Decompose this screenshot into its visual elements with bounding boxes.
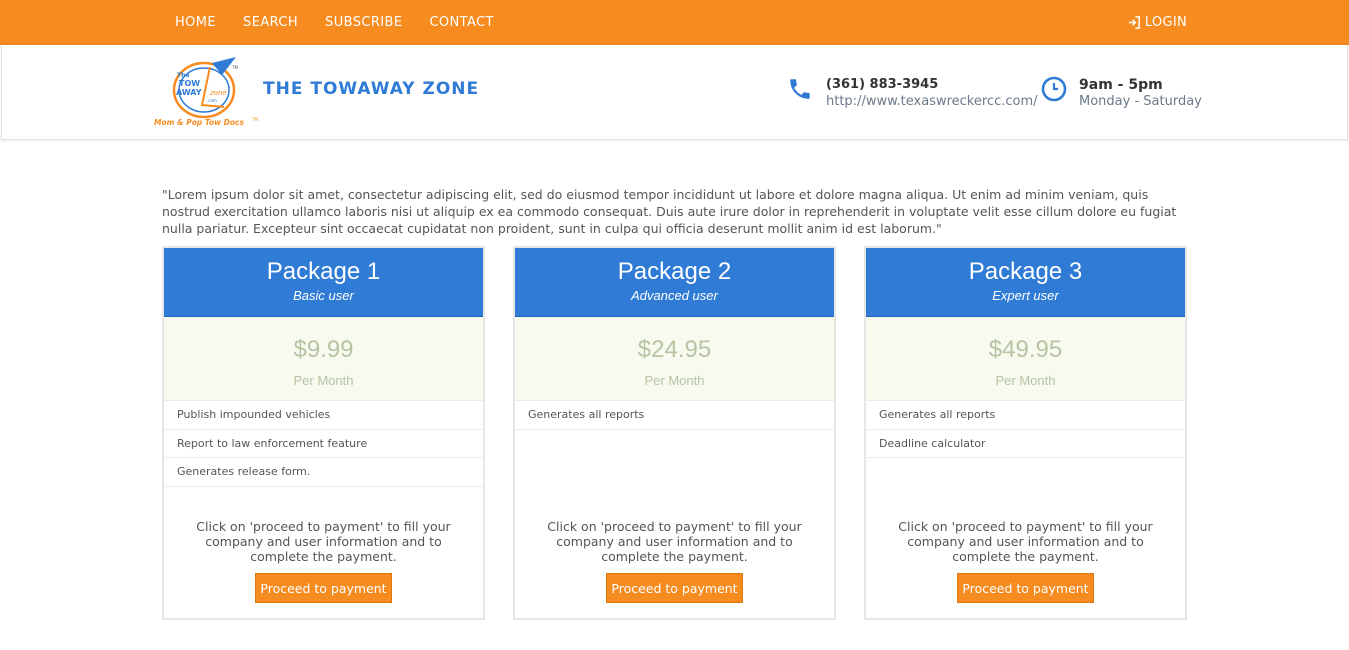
- proceed-to-payment-button[interactable]: Proceed to payment: [606, 573, 743, 603]
- proceed-to-payment-button[interactable]: Proceed to payment: [957, 573, 1094, 603]
- package-name: Package 2: [617, 258, 732, 285]
- nav-contact[interactable]: CONTACT: [429, 15, 493, 30]
- package-header: Package 1 Basic user: [164, 248, 483, 317]
- package-price-block: $9.99 Per Month: [164, 317, 483, 401]
- package-price-block: $49.95 Per Month: [866, 317, 1185, 401]
- feature-item: Generates all reports: [515, 401, 834, 430]
- feature-item: Deadline calculator: [866, 430, 1185, 458]
- svg-text:AWAY: AWAY: [176, 88, 202, 97]
- feature-item: Publish impounded vehicles: [164, 401, 483, 430]
- site-header: The TOW AWAY zone .com TM Mom & Pop Tow …: [1, 45, 1348, 140]
- svg-text:TM: TM: [251, 117, 258, 122]
- top-nav-bar: HOME SEARCH SUBSCRIBE CONTACT LOGIN: [0, 0, 1349, 45]
- proceed-to-payment-button[interactable]: Proceed to payment: [255, 573, 392, 603]
- nav-subscribe[interactable]: SUBSCRIBE: [325, 15, 402, 30]
- nav-home[interactable]: HOME: [175, 15, 216, 30]
- package-name: Package 1: [266, 258, 381, 285]
- package-header: Package 3 Expert user: [866, 248, 1185, 317]
- package-tier: Expert user: [992, 288, 1059, 303]
- svg-text:TOW: TOW: [179, 79, 200, 88]
- package-card-1: Package 1 Basic user $9.99 Per Month Pub…: [162, 246, 485, 620]
- phone-icon: [790, 79, 810, 99]
- svg-text:zone: zone: [209, 89, 227, 97]
- package-period: Per Month: [293, 373, 354, 388]
- package-price: $49.95: [988, 336, 1063, 363]
- package-period: Per Month: [644, 373, 705, 388]
- phone-number[interactable]: (361) 883-3945: [826, 77, 938, 92]
- feature-item: Generates release form.: [164, 458, 483, 487]
- package-tier: Advanced user: [631, 288, 718, 303]
- login-label: LOGIN: [1144, 15, 1187, 30]
- package-card-3: Package 3 Expert user $49.95 Per Month G…: [864, 246, 1187, 620]
- package-header: Package 2 Advanced user: [515, 248, 834, 317]
- business-days: Monday - Saturday: [1079, 94, 1202, 109]
- svg-text:Mom & Pop Tow Docs: Mom & Pop Tow Docs: [154, 118, 244, 127]
- package-description: Click on 'proceed to payment' to fill yo…: [547, 519, 802, 564]
- towaway-zone-logo[interactable]: The TOW AWAY zone .com TM Mom & Pop Tow …: [152, 55, 264, 133]
- package-name: Package 3: [968, 258, 1083, 285]
- main-nav: HOME SEARCH SUBSCRIBE CONTACT: [162, 0, 521, 45]
- business-hours: 9am - 5pm: [1079, 77, 1163, 93]
- package-price: $9.99: [293, 336, 354, 363]
- login-icon: [1128, 16, 1140, 29]
- login-link[interactable]: LOGIN: [1128, 0, 1187, 45]
- feature-item: Generates all reports: [866, 401, 1185, 430]
- svg-text:.com: .com: [207, 98, 217, 103]
- brand-title: THE TOWAWAY ZONE: [263, 79, 480, 99]
- package-price-block: $24.95 Per Month: [515, 317, 834, 401]
- package-description: Click on 'proceed to payment' to fill yo…: [898, 519, 1153, 564]
- intro-text: "Lorem ipsum dolor sit amet, consectetur…: [162, 187, 1177, 236]
- website-link[interactable]: http://www.texaswreckercc.com/: [826, 94, 1038, 109]
- package-description: Click on 'proceed to payment' to fill yo…: [196, 519, 451, 564]
- package-period: Per Month: [995, 373, 1056, 388]
- package-tier: Basic user: [293, 288, 354, 303]
- clock-icon: [1041, 76, 1067, 102]
- package-price: $24.95: [637, 336, 712, 363]
- svg-text:The: The: [177, 72, 189, 79]
- package-card-2: Package 2 Advanced user $24.95 Per Month…: [513, 246, 836, 620]
- svg-text:TM: TM: [231, 65, 238, 70]
- feature-item: Report to law enforcement feature: [164, 430, 483, 458]
- nav-search[interactable]: SEARCH: [243, 15, 298, 30]
